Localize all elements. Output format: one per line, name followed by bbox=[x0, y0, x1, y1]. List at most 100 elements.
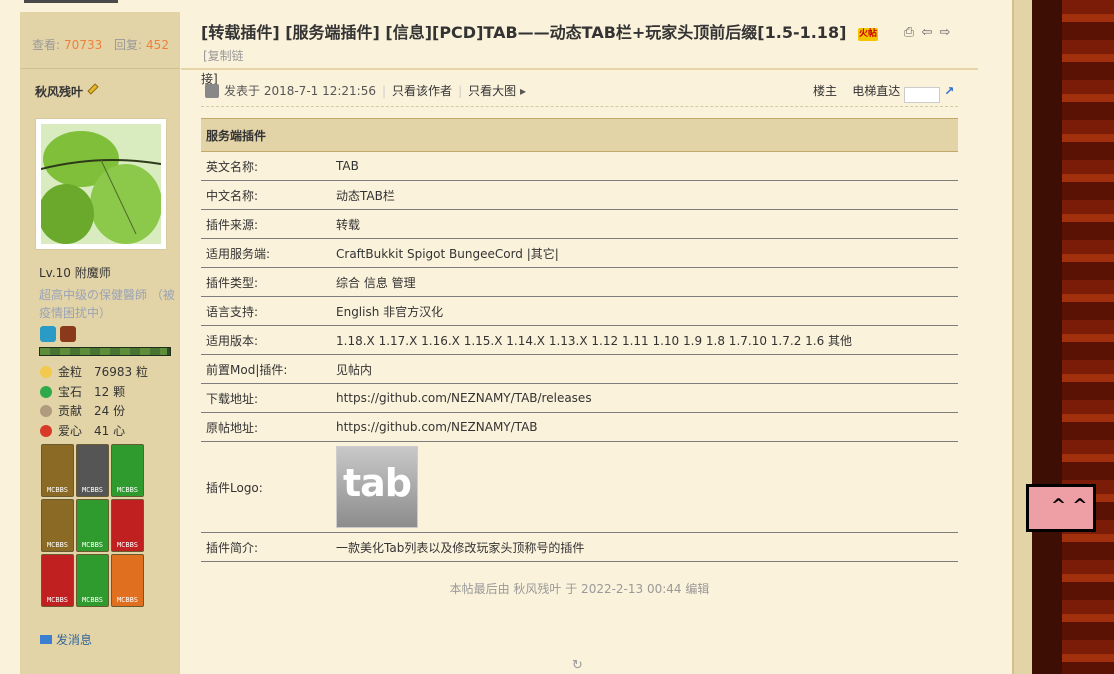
medal-badge[interactable]: MCBBS bbox=[76, 554, 109, 607]
row-value: 1.18.X 1.17.X 1.16.X 1.15.X 1.14.X 1.13.… bbox=[331, 325, 958, 355]
currency-icon bbox=[40, 405, 52, 417]
medal-badge[interactable]: MCBBS bbox=[41, 554, 74, 607]
nyan-cat-icon: ^ ^ bbox=[1026, 484, 1096, 532]
badge-label: MCBBS bbox=[46, 541, 69, 549]
table-row: 前置Mod|插件: 见帖内 bbox=[201, 354, 958, 384]
row-key: 中文名称: bbox=[201, 180, 331, 210]
send-message-label: 发消息 bbox=[56, 633, 93, 647]
plugin-logo[interactable]: tab bbox=[336, 446, 418, 528]
currency-icon bbox=[40, 366, 52, 378]
currency-icon bbox=[40, 385, 52, 398]
row-link[interactable]: https://github.com/NEZNAMY/TAB/releases bbox=[331, 383, 958, 413]
floor-input[interactable] bbox=[904, 86, 941, 103]
currency-label: 贡献 bbox=[58, 404, 83, 418]
currency-item: 爱心 41 心 bbox=[40, 422, 125, 439]
row-value: tab bbox=[331, 441, 958, 533]
badge-label: MCBBS bbox=[81, 541, 104, 549]
row-key: 英文名称: bbox=[201, 151, 331, 181]
currency-item: 宝石 12 颗 bbox=[40, 383, 125, 400]
row-value: CraftBukkit Spigot BungeeCord |其它| bbox=[331, 238, 958, 268]
level-progress bbox=[39, 347, 171, 356]
currency-value: 76983 粒 bbox=[94, 365, 148, 379]
edited-note: 本帖最后由 秋风残叶 于 2022-2-13 00:44 编辑 bbox=[449, 582, 710, 596]
table-row: 中文名称: 动态TAB栏 bbox=[201, 180, 958, 210]
currency-icon bbox=[40, 424, 52, 437]
next-thread-icon[interactable]: ⇨ bbox=[938, 26, 952, 40]
decorative-border bbox=[1012, 0, 1034, 674]
row-link[interactable]: https://github.com/NEZNAMY/TAB bbox=[331, 412, 958, 442]
pencil-icon bbox=[87, 83, 99, 95]
currency-label: 金粒 bbox=[58, 365, 83, 379]
floor-controls: 楼主 电梯直达 ↗ bbox=[813, 82, 958, 103]
refresh-icon[interactable]: ↻ bbox=[572, 658, 586, 673]
row-value: 综合 信息 管理 bbox=[331, 267, 958, 297]
badge-label: MCBBS bbox=[116, 486, 139, 494]
level-progress-fill bbox=[40, 348, 168, 355]
table-header: 服务端插件 bbox=[201, 118, 958, 152]
currency-value: 41 心 bbox=[94, 423, 126, 438]
replies-label: 回复: bbox=[114, 38, 143, 52]
views-label: 查看: bbox=[32, 38, 61, 52]
row-key: 插件来源: bbox=[201, 209, 331, 239]
currency-label: 宝石 bbox=[58, 384, 83, 399]
print-icon[interactable]: ⎙ bbox=[902, 26, 916, 40]
medal-badge[interactable]: MCBBS bbox=[111, 444, 144, 497]
row-key: 前置Mod|插件: bbox=[201, 354, 331, 384]
user-level: Lv.10 附魔师 bbox=[39, 266, 111, 280]
row-key: 适用服务端: bbox=[201, 238, 331, 268]
posted-time: 发表于 2018-7-1 12:21:56 bbox=[224, 84, 376, 98]
table-row: 插件类型: 综合 信息 管理 bbox=[201, 267, 958, 297]
row-value: TAB bbox=[331, 151, 958, 181]
row-value: 一款美化Tab列表以及修改玩家头顶称号的插件 bbox=[331, 532, 958, 562]
medal-badge[interactable]: MCBBS bbox=[76, 499, 109, 552]
row-value: English 非官方汉化 bbox=[331, 296, 958, 326]
table-row: 插件来源: 转载 bbox=[201, 209, 958, 239]
badge-label: MCBBS bbox=[46, 596, 69, 604]
jump-icon[interactable]: ↗ bbox=[944, 84, 958, 98]
currency-item: 金粒 76983 粒 bbox=[40, 363, 148, 380]
separator: | bbox=[458, 84, 463, 98]
table-row: 下载地址: https://github.com/NEZNAMY/TAB/rele… bbox=[201, 383, 958, 413]
medal-mini-icon bbox=[60, 326, 76, 342]
medal-badge[interactable]: MCBBS bbox=[41, 499, 74, 552]
medal-badge[interactable]: MCBBS bbox=[111, 554, 144, 607]
divider bbox=[201, 106, 958, 107]
username[interactable]: 秋风残叶 bbox=[35, 83, 83, 100]
table-row: 适用服务端: CraftBukkit Spigot BungeeCord |其它| bbox=[201, 238, 958, 268]
row-key: 插件简介: bbox=[201, 532, 331, 562]
send-message-link[interactable]: 发消息 bbox=[40, 631, 92, 648]
caret-right-icon[interactable]: ▸ bbox=[520, 84, 526, 98]
medal-badge[interactable]: MCBBS bbox=[41, 444, 74, 497]
thread-title-text: [转载插件] [服务端插件] [信息][PCD]TAB——动态TAB栏+玩家头顶… bbox=[201, 23, 847, 42]
row-key: 插件类型: bbox=[201, 267, 331, 297]
copy-link[interactable]: [复制链 bbox=[203, 49, 244, 63]
row-key: 下载地址: bbox=[201, 383, 331, 413]
table-row: 语言支持: English 非官方汉化 bbox=[201, 296, 958, 326]
decorative-lava bbox=[1062, 0, 1114, 674]
thread-tools: ⎙ ⇦ ⇨ bbox=[902, 25, 956, 40]
row-key: 原帖地址: bbox=[201, 412, 331, 442]
decorative-wood bbox=[1032, 0, 1062, 674]
currency-value: 12 颗 bbox=[94, 384, 126, 399]
currency-value: 24 份 bbox=[94, 404, 126, 418]
row-value: 见帖内 bbox=[331, 354, 958, 384]
prev-thread-icon[interactable]: ⇦ bbox=[920, 26, 934, 40]
medal-badge[interactable]: MCBBS bbox=[111, 499, 144, 552]
row-key: 语言支持: bbox=[201, 296, 331, 326]
thread-title: [转载插件] [服务端插件] [信息][PCD]TAB——动态TAB栏+玩家头顶… bbox=[201, 22, 901, 90]
elevator-label: 电梯直达 bbox=[852, 84, 901, 98]
badge-label: MCBBS bbox=[46, 486, 69, 494]
currency-label: 爱心 bbox=[58, 423, 83, 438]
only-big-image-link[interactable]: 只看大图 bbox=[468, 84, 516, 98]
badge-label: MCBBS bbox=[81, 596, 104, 604]
only-author-link[interactable]: 只看该作者 bbox=[392, 84, 452, 98]
top-strip bbox=[24, 0, 118, 3]
replies-count: 452 bbox=[146, 38, 169, 52]
medal-badge[interactable]: MCBBS bbox=[76, 444, 109, 497]
table-row: 插件简介: 一款美化Tab列表以及修改玩家头顶称号的插件 bbox=[201, 532, 958, 562]
avatar[interactable] bbox=[35, 118, 167, 250]
custom-title: 超高中级の保健醫師 （被疫情困扰中） bbox=[39, 288, 175, 320]
online-status-icon bbox=[205, 84, 219, 98]
badge-label: MCBBS bbox=[116, 541, 139, 549]
views-count: 70733 bbox=[64, 38, 103, 52]
